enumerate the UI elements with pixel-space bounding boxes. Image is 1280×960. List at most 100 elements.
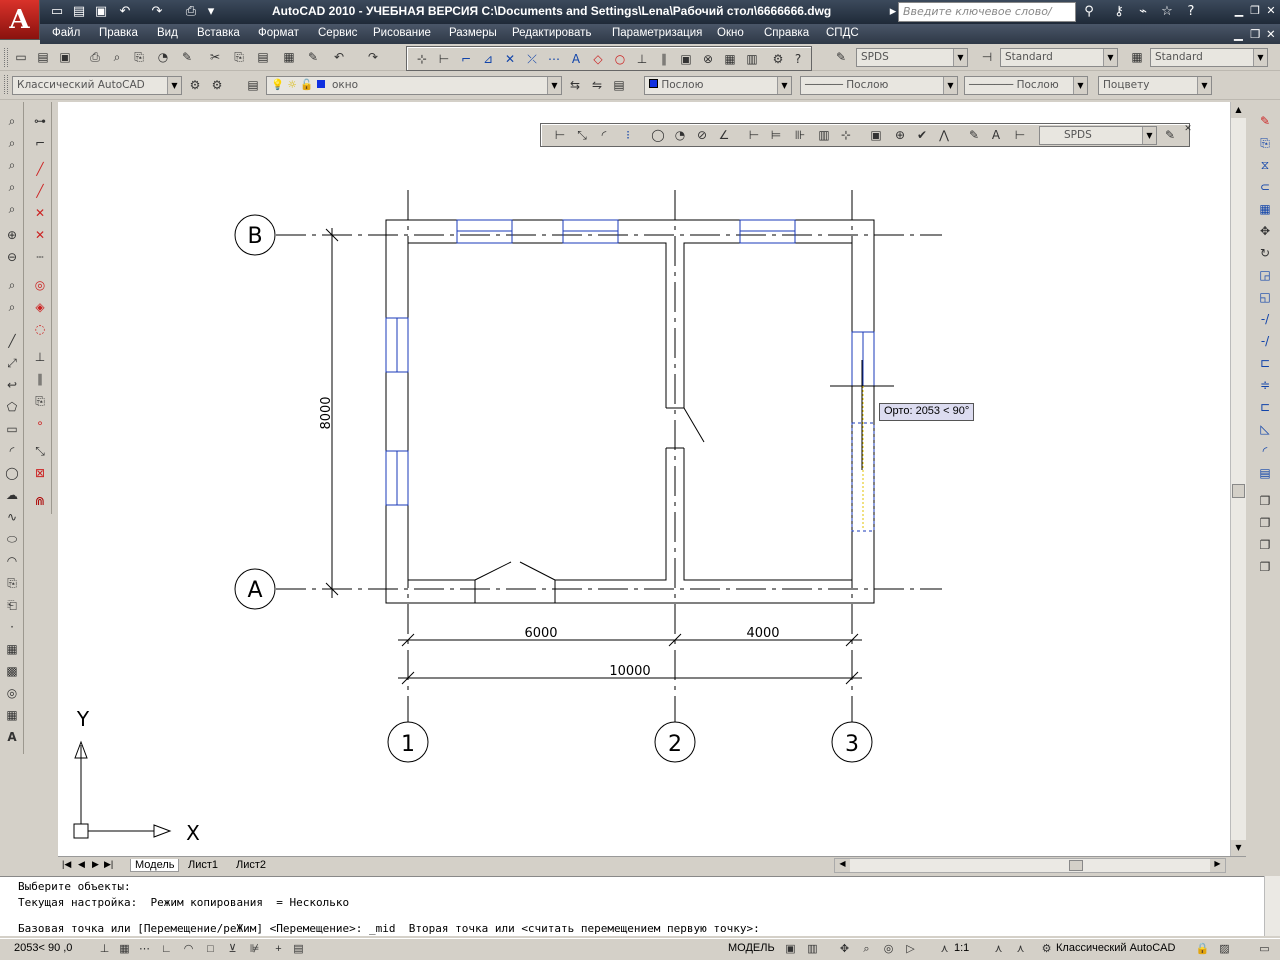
break-icon[interactable]: ≑ — [1256, 376, 1274, 394]
zoom-scale-icon[interactable]: ⌕ — [3, 178, 21, 196]
save-icon[interactable]: ▣ — [92, 3, 110, 21]
etransmit-icon[interactable]: ✎ — [178, 48, 196, 66]
construction-line-icon[interactable]: ⤢ — [3, 354, 21, 372]
arc-icon[interactable]: ◜ — [3, 442, 21, 460]
polyline-icon[interactable]: ↩ — [3, 376, 21, 394]
snap-perpendicular-icon[interactable]: ⊥ — [31, 348, 49, 366]
snap-perpendicular-icon[interactable]: ⊥ — [633, 50, 651, 68]
menu-format[interactable]: Формат — [258, 27, 299, 39]
dim-style-select[interactable]: Standard ▼ — [1000, 48, 1118, 67]
dim-continue-icon[interactable]: ⊪ — [791, 126, 809, 144]
command-window[interactable]: Выберите объекты: Текущая настройка: Реж… — [0, 876, 1264, 936]
communication-icon[interactable]: ⌁ — [1134, 3, 1152, 21]
snap-endpoint-icon[interactable]: ⌐ — [457, 50, 475, 68]
dim-linear-icon[interactable]: ⊢ — [551, 126, 569, 144]
publish-icon[interactable]: ⎘ — [130, 48, 148, 66]
scroll-left-icon[interactable]: ◀ — [835, 859, 850, 872]
dynamic-input-icon[interactable]: + — [270, 941, 287, 958]
zoom-dynamic-icon[interactable]: ⌕ — [3, 156, 21, 174]
menu-help[interactable]: Справка — [764, 27, 809, 39]
dim-style-icon[interactable]: ⊣ — [978, 48, 996, 66]
ellipse-arc-icon[interactable]: ◠ — [3, 552, 21, 570]
quick-dim-icon[interactable]: ⊢ — [745, 126, 763, 144]
draw-order-front-icon[interactable]: ❐ — [1256, 492, 1274, 510]
snap-midpoint-icon[interactable]: ╱ — [31, 182, 49, 200]
multiline-text-icon[interactable]: A — [3, 728, 21, 746]
dim-baseline-icon[interactable]: ⊨ — [767, 126, 785, 144]
menu-modify[interactable]: Редактировать — [512, 27, 591, 39]
dim-arc-icon[interactable]: ◜ — [595, 126, 613, 144]
mirror-icon[interactable]: ⧖ — [1256, 156, 1274, 174]
open-file-icon[interactable]: ▤ — [70, 3, 88, 21]
help-icon[interactable]: ? — [1182, 3, 1200, 21]
workspace-settings-icon[interactable]: ⚙ — [208, 76, 226, 94]
snap-nearest-icon[interactable]: ⤡ — [31, 442, 49, 460]
clean-screen-icon[interactable]: ▭ — [1256, 941, 1273, 958]
tab-last-icon[interactable]: ▶| — [104, 859, 113, 870]
zoom-window-icon[interactable]: ⌕ — [3, 134, 21, 152]
save-icon[interactable]: ▣ — [56, 48, 74, 66]
tab-prev-icon[interactable]: ◀ — [78, 859, 85, 870]
temp-track-icon[interactable]: ⊶ — [31, 112, 49, 130]
tab-layout1[interactable]: Лист1 — [188, 859, 218, 871]
snap-tangent-icon[interactable]: ○ — [611, 50, 629, 68]
point-icon[interactable]: · — [3, 618, 21, 636]
search-input[interactable]: Введите ключевое слово/фразу — [898, 2, 1076, 36]
plot-icon[interactable]: ⎙ — [182, 3, 200, 21]
toolbar-lock-icon[interactable]: 🔒 — [1194, 941, 1211, 958]
ortho-mode-icon[interactable]: ∟ — [158, 941, 175, 958]
restore-icon[interactable]: ❐ — [1248, 4, 1262, 18]
close-icon[interactable]: ✕ — [1264, 4, 1278, 18]
layer-select[interactable]: 💡 ☼ 🔓 окно ▼ — [266, 76, 562, 95]
grid-display-icon[interactable]: ▦ — [116, 941, 133, 958]
chamfer-icon[interactable]: ◺ — [1256, 420, 1274, 438]
layout-view-icon[interactable]: ▣ — [782, 941, 799, 958]
osnap-settings-icon[interactable]: ⋒ — [31, 492, 49, 510]
snap-quadrant-icon[interactable]: ◈ — [31, 298, 49, 316]
plot-icon[interactable]: ⎙ — [86, 48, 104, 66]
snap-node-icon[interactable]: ⊗ — [699, 50, 717, 68]
osnap-settings-icon[interactable]: ⚙ — [769, 50, 787, 68]
color-select[interactable]: Послою ▼ — [644, 76, 792, 95]
ellipse-icon[interactable]: ⬭ — [3, 530, 21, 548]
dim-radius-icon[interactable]: ◯ — [649, 126, 667, 144]
snap-from-icon[interactable]: ⊢ — [435, 50, 453, 68]
menu-insert[interactable]: Вставка — [197, 27, 240, 39]
menu-draw[interactable]: Рисование — [373, 27, 431, 39]
snap-node-icon[interactable]: ∘ — [31, 414, 49, 432]
favorites-star-icon[interactable]: ☆ — [1158, 3, 1176, 21]
workspace-select[interactable]: Классический AutoCAD ▼ — [12, 76, 182, 95]
offset-icon[interactable]: ⊂ — [1256, 178, 1274, 196]
application-menu-button[interactable]: A — [0, 0, 40, 40]
new-file-icon[interactable]: ▭ — [48, 3, 66, 21]
bring-above-icon[interactable]: ❐ — [1256, 536, 1274, 554]
scroll-up-icon[interactable]: ▲ — [1231, 102, 1246, 118]
chevron-down-icon[interactable]: ▼ — [167, 77, 181, 94]
make-block-icon[interactable]: ⎗ — [3, 596, 21, 614]
dynamic-ucs-icon[interactable]: ⊯ — [246, 941, 263, 958]
model-space-toggle[interactable]: МОДЕЛЬ — [728, 942, 775, 954]
snap-mode-icon[interactable]: ⋯ — [136, 941, 153, 958]
horizontal-scrollbar[interactable]: ◀ ▶ — [834, 858, 1226, 873]
gear-icon[interactable]: ⚙ — [186, 76, 204, 94]
3d-dwf-icon[interactable]: ◔ — [154, 48, 172, 66]
chevron-down-icon[interactable]: ▼ — [1073, 77, 1087, 94]
rectangle-icon[interactable]: ▭ — [3, 420, 21, 438]
tab-layout2[interactable]: Лист2 — [236, 859, 266, 871]
key-icon[interactable]: ⚷ — [1110, 3, 1128, 21]
snap-intersection-icon[interactable]: ✕ — [31, 204, 49, 222]
rotate-icon[interactable]: ↻ — [1256, 244, 1274, 262]
snap-apparent-icon[interactable]: ✕ — [31, 226, 49, 244]
snap-midpoint-icon[interactable]: ⊿ — [479, 50, 497, 68]
chevron-down-icon[interactable]: ▼ — [1197, 77, 1211, 94]
move-icon[interactable]: ✥ — [1256, 222, 1274, 240]
insert-block-icon[interactable]: ⎘ — [3, 574, 21, 592]
copy-icon[interactable]: ⎘ — [230, 48, 248, 66]
zoom-in-icon[interactable]: ⊕ — [3, 226, 21, 244]
snap-insert-icon[interactable]: ▣ — [677, 50, 695, 68]
quick-access-dropdown-icon[interactable]: ▾ — [202, 3, 220, 21]
scroll-thumb[interactable] — [1232, 484, 1245, 498]
dim-ordinate-icon[interactable]: ⁝ — [619, 126, 637, 144]
snap-extension-icon[interactable]: ⋯ — [545, 50, 563, 68]
showmotion-icon[interactable]: ▷ — [902, 941, 919, 958]
